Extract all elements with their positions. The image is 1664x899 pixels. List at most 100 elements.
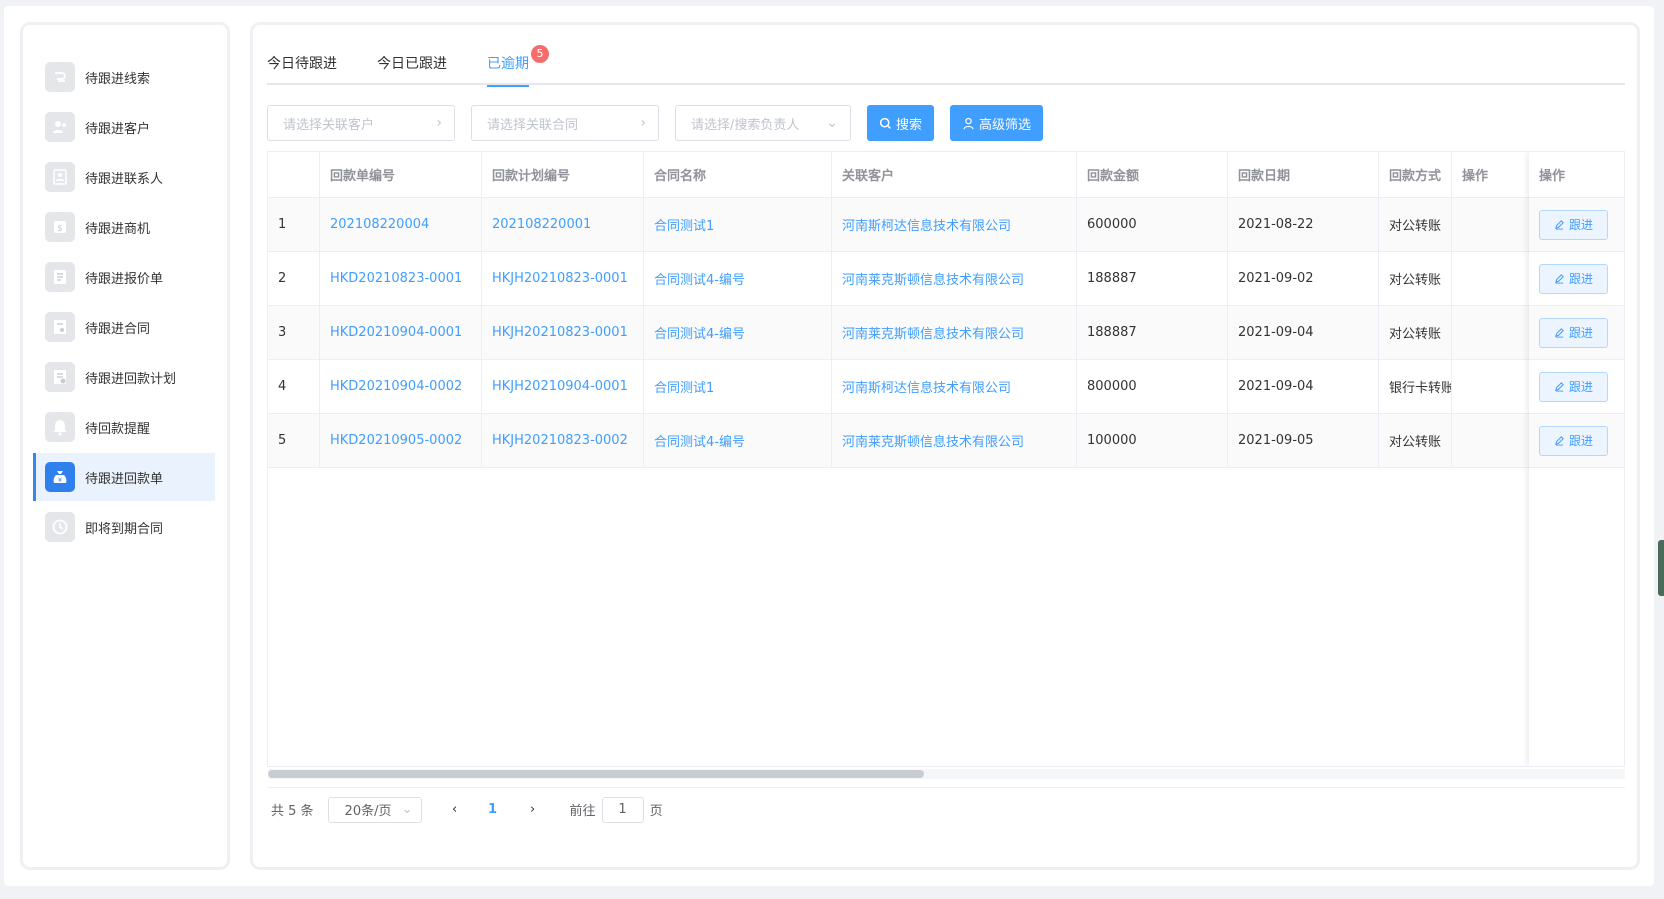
sidebar-item-8[interactable]: ¥ 待跟进回款单 bbox=[33, 453, 215, 501]
table-row: 2 HKD20210823-0001 HKJH20210823-0001 合同测试4-… bbox=[268, 252, 1624, 306]
contract-select-placeholder: 请选择关联合同 bbox=[487, 117, 579, 133]
prev-page-button[interactable]: ‹ bbox=[440, 802, 470, 817]
follow-up-button[interactable]: 跟进 bbox=[1539, 317, 1608, 348]
follow-up-button[interactable]: 跟进 bbox=[1539, 209, 1608, 240]
table-cell-link[interactable]: 合同测试4-编号 bbox=[644, 414, 832, 467]
advanced-filter-button[interactable]: 高级筛选 bbox=[950, 105, 1044, 141]
table-cell: 800000 bbox=[1077, 360, 1228, 413]
sidebar-item-label: 待跟进线索 bbox=[85, 71, 151, 87]
column-header: 回款日期 bbox=[1228, 152, 1379, 197]
table-row: 4 HKD20210904-0002 HKJH20210904-0001 合同测试1 河… bbox=[268, 360, 1624, 414]
owner-select[interactable]: 请选择/搜索负责人 ⌄ bbox=[675, 105, 851, 141]
edit-icon bbox=[1555, 382, 1564, 392]
column-header: 回款计划编号 bbox=[482, 152, 644, 197]
table-cell: 5 bbox=[268, 414, 320, 467]
table-cell: 对公转账 bbox=[1379, 198, 1452, 251]
column-header: 回款金额 bbox=[1077, 152, 1228, 197]
sidebar-item-5[interactable]: 待跟进合同 bbox=[33, 303, 215, 351]
follow-up-button[interactable]: 跟进 bbox=[1539, 371, 1608, 402]
table-cell: 2021-09-05 bbox=[1228, 414, 1379, 467]
table-cell-link[interactable]: HKD20210823-0001 bbox=[320, 252, 482, 305]
table-cell-link[interactable]: 河南莱克斯顿信息技术有限公司 bbox=[832, 252, 1077, 305]
user-icon bbox=[963, 117, 974, 129]
sidebar-item-1[interactable]: 待跟进客户 bbox=[33, 103, 215, 151]
advanced-filter-label: 高级筛选 bbox=[979, 117, 1032, 133]
sidebar-item-0[interactable]: 待跟进线索 bbox=[33, 53, 215, 101]
contract-select[interactable]: 请选择关联合同 › bbox=[471, 105, 659, 141]
table-cell: 对公转账 bbox=[1379, 252, 1452, 305]
column-header bbox=[268, 152, 320, 197]
table-cell: 对公转账 bbox=[1379, 414, 1452, 467]
tab-label: 今日待跟进 bbox=[267, 56, 337, 72]
sidebar: 待跟进线索待跟进客户待跟进联系人 $ 待跟进商机待跟进报价单待跟进合同待跟进回款计划… bbox=[20, 22, 230, 870]
table-cell-link[interactable]: 合同测试4-编号 bbox=[644, 306, 832, 359]
table-cell: 188887 bbox=[1077, 306, 1228, 359]
table-cell-link[interactable]: 河南莱克斯顿信息技术有限公司 bbox=[832, 306, 1077, 359]
table-cell-link[interactable]: 202108220001 bbox=[482, 198, 644, 251]
table-cell-link[interactable]: HKJH20210823-0001 bbox=[482, 306, 644, 359]
filter-bar: 请选择关联客户 › 请选择关联合同 › 请选择/搜索负责人 ⌄ 搜索 高级筛选 bbox=[267, 105, 1059, 141]
svg-text:¥: ¥ bbox=[58, 477, 62, 484]
table-cell-link[interactable]: HKJH20210823-0001 bbox=[482, 252, 644, 305]
page-size-value: 20条/页 bbox=[344, 804, 392, 819]
column-header: 合同名称 bbox=[644, 152, 832, 197]
table-cell: 100000 bbox=[1077, 414, 1228, 467]
scrollbar-thumb[interactable] bbox=[268, 770, 924, 778]
table-cell-link[interactable]: 河南斯柯达信息技术有限公司 bbox=[832, 360, 1077, 413]
table-cell-link[interactable]: 合同测试1 bbox=[644, 360, 832, 413]
action-cell: 跟进 bbox=[1529, 360, 1624, 414]
tab-2[interactable]: 已逾期 5 bbox=[487, 45, 549, 87]
follow-up-label: 跟进 bbox=[1568, 272, 1593, 286]
sidebar-item-9[interactable]: 即将到期合同 bbox=[33, 503, 215, 551]
sidebar-item-label: 待跟进报价单 bbox=[85, 271, 164, 287]
search-button[interactable]: 搜索 bbox=[867, 105, 935, 141]
customer-select[interactable]: 请选择关联客户 › bbox=[267, 105, 455, 141]
side-drawer-handle[interactable] bbox=[1658, 540, 1664, 596]
clue-icon bbox=[45, 62, 75, 92]
table-cell-link[interactable]: HKJH20210823-0002 bbox=[482, 414, 644, 467]
follow-up-label: 跟进 bbox=[1568, 380, 1593, 394]
page-number[interactable]: 1 bbox=[478, 802, 508, 817]
horizontal-scrollbar[interactable] bbox=[268, 769, 1625, 779]
table-cell-link[interactable]: 合同测试1 bbox=[644, 198, 832, 251]
goto-label: 前往 bbox=[569, 804, 596, 819]
page-suffix: 页 bbox=[649, 804, 663, 819]
table-cell: 3 bbox=[268, 306, 320, 359]
table-cell-link[interactable]: HKD20210905-0002 bbox=[320, 414, 482, 467]
sidebar-item-label: 待跟进客户 bbox=[85, 121, 151, 137]
table-cell-link[interactable]: 合同测试4-编号 bbox=[644, 252, 832, 305]
table-cell: 2 bbox=[268, 252, 320, 305]
table-row: 1 202108220004 202108220001 合同测试1 河南斯柯达信息技术有… bbox=[268, 198, 1624, 252]
follow-up-button[interactable]: 跟进 bbox=[1539, 263, 1608, 294]
table-cell-link[interactable]: 河南莱克斯顿信息技术有限公司 bbox=[832, 414, 1077, 467]
payment-table: 回款单编号 回款计划编号 合同名称 关联客户 回款金额 回款日期 回款方式 操作 1 20210… bbox=[267, 151, 1625, 767]
total-count: 共 5 条 bbox=[271, 804, 314, 819]
sidebar-item-7[interactable]: 待回款提醒 bbox=[33, 403, 215, 451]
table-header: 回款单编号 回款计划编号 合同名称 关联客户 回款金额 回款日期 回款方式 操作 bbox=[268, 152, 1624, 198]
table-cell-link[interactable]: 202108220004 bbox=[320, 198, 482, 251]
table-cell-link[interactable]: HKJH20210904-0001 bbox=[482, 360, 644, 413]
action-cell: 跟进 bbox=[1529, 198, 1624, 252]
table-cell-link[interactable]: HKD20210904-0001 bbox=[320, 306, 482, 359]
sidebar-item-label: 待跟进联系人 bbox=[85, 171, 164, 187]
opportunity-icon: $ bbox=[45, 212, 75, 242]
next-page-button[interactable]: › bbox=[518, 802, 548, 817]
table-cell-link[interactable]: HKD20210904-0002 bbox=[320, 360, 482, 413]
sidebar-item-label: 待跟进回款计划 bbox=[85, 371, 177, 387]
goto-page-input[interactable]: 1 bbox=[601, 796, 644, 823]
table-cell-link[interactable]: 河南斯柯达信息技术有限公司 bbox=[832, 198, 1077, 251]
sidebar-item-3[interactable]: $ 待跟进商机 bbox=[33, 203, 215, 251]
page-size-select[interactable]: 20条/页 ⌄ bbox=[327, 796, 422, 823]
sidebar-item-2[interactable]: 待跟进联系人 bbox=[33, 153, 215, 201]
contact-icon bbox=[45, 162, 75, 192]
sidebar-item-6[interactable]: 待跟进回款计划 bbox=[33, 353, 215, 401]
search-icon bbox=[879, 117, 891, 129]
follow-up-button[interactable]: 跟进 bbox=[1539, 425, 1608, 456]
table-cell: 银行卡转账 bbox=[1379, 360, 1452, 413]
chevron-right-icon: › bbox=[436, 115, 442, 131]
tab-1[interactable]: 今日已跟进 bbox=[377, 45, 447, 85]
tab-0[interactable]: 今日待跟进 bbox=[267, 45, 337, 85]
sidebar-item-4[interactable]: 待跟进报价单 bbox=[33, 253, 215, 301]
chevron-right-icon: › bbox=[640, 115, 646, 131]
edit-icon bbox=[1555, 220, 1564, 230]
